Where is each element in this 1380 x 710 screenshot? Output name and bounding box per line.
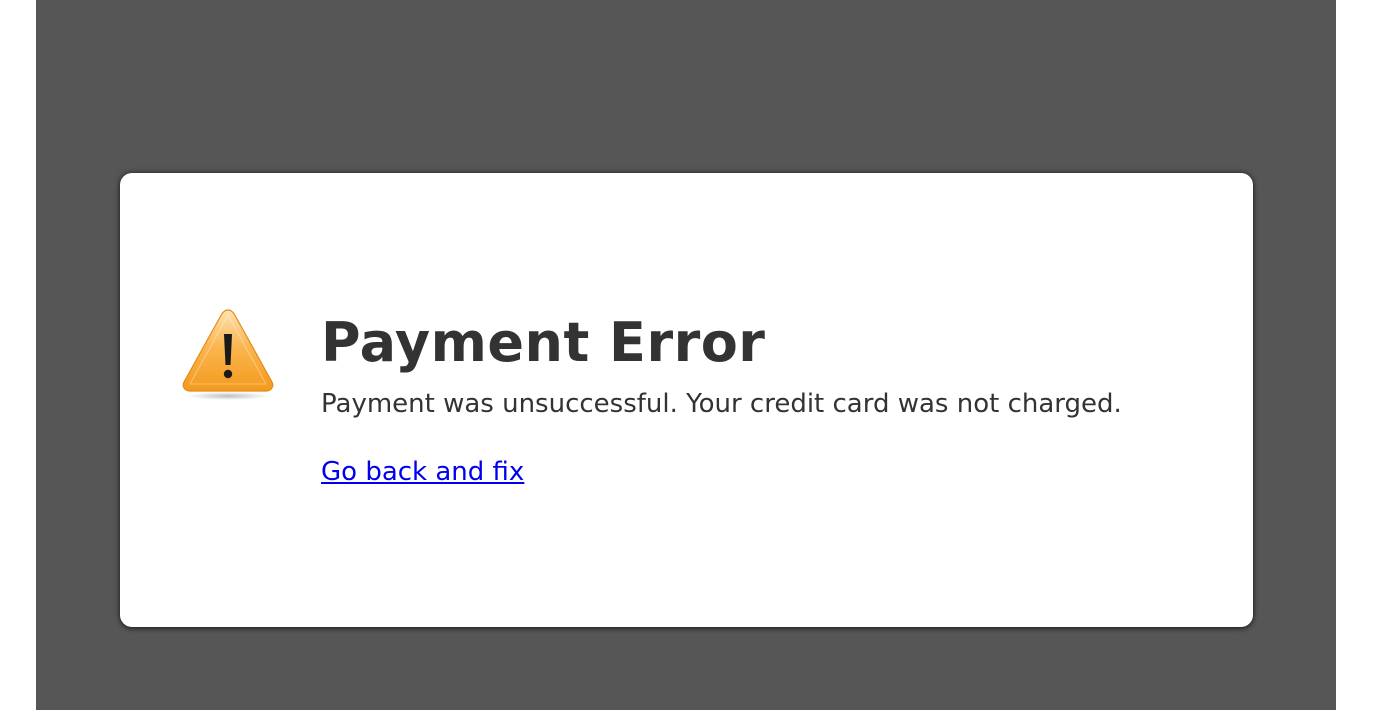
error-card: Payment Error Payment was unsuccessful. … bbox=[120, 173, 1253, 627]
page-background: Payment Error Payment was unsuccessful. … bbox=[36, 0, 1336, 710]
warning-icon bbox=[180, 307, 276, 403]
error-message: Payment was unsuccessful. Your credit ca… bbox=[321, 389, 1122, 419]
go-back-link[interactable]: Go back and fix bbox=[321, 454, 524, 490]
page-title: Payment Error bbox=[321, 311, 766, 374]
error-content: Payment Error Payment was unsuccessful. … bbox=[321, 310, 1221, 490]
